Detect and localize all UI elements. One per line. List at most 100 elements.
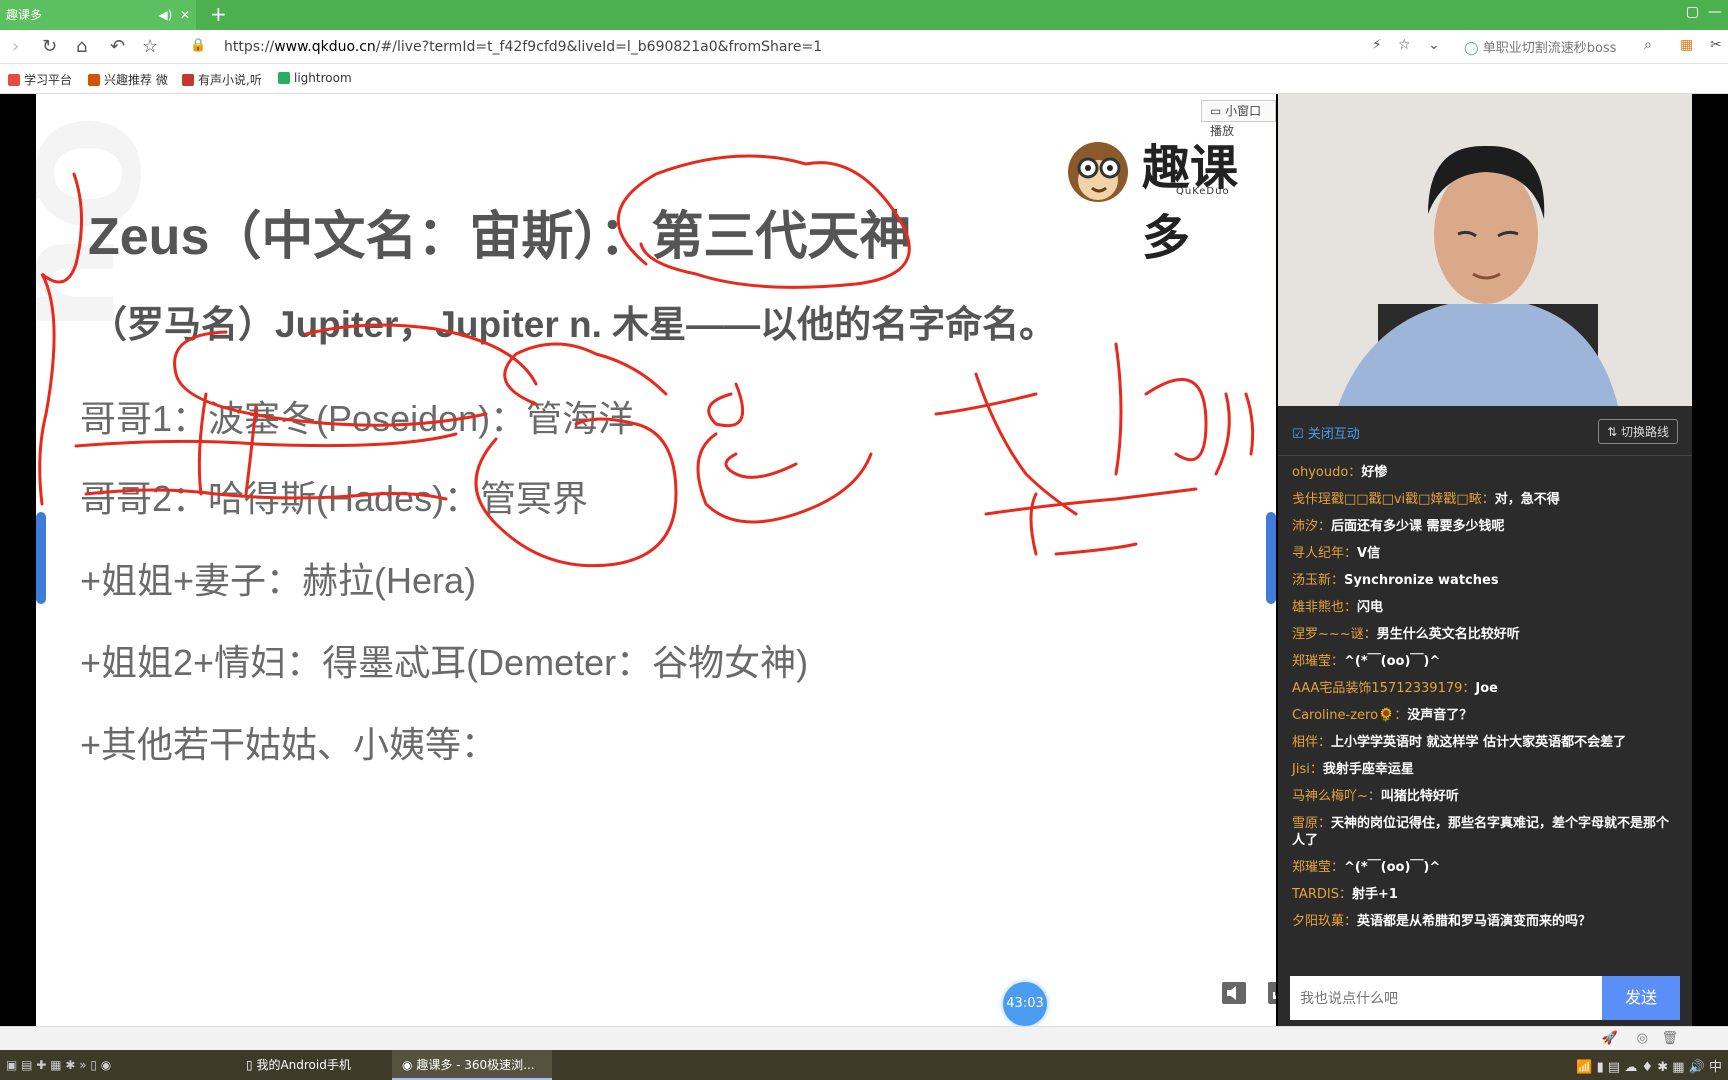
- chat-text: ^(*￣(oo)￣)^: [1344, 654, 1441, 669]
- chat-separator: ：: [1344, 600, 1358, 615]
- chat-message: 戋佧珵戳□□戳□vi戳□婞戳□畩：对，急不得: [1292, 491, 1682, 508]
- quick-launch-icons[interactable]: ▣ ▤ ✚ ▦ ✱ » ▯ ◉: [0, 1050, 230, 1080]
- chat-message-list[interactable]: ohyoudo：好惨 戋佧珵戳□□戳□vi戳□婞戳□畩：对，急不得 沛汐：后面还有多…: [1292, 464, 1682, 940]
- chat-nickname[interactable]: 夕阳玖菓: [1292, 914, 1344, 929]
- chat-nickname[interactable]: 寻人纪年: [1292, 546, 1344, 561]
- chat-message: 郑璀莹：^(*￣(oo)￣)^: [1292, 859, 1682, 876]
- mini-window-button[interactable]: ▭ 小窗口播放: [1201, 100, 1276, 138]
- bookmark-icon: [8, 74, 20, 86]
- search-engine-icon: ◯: [1464, 41, 1479, 56]
- bookmark-item[interactable]: 兴趣推荐 微: [88, 71, 168, 88]
- chat-separator: ：: [1318, 735, 1332, 750]
- chat-separator: ：: [1348, 465, 1362, 480]
- mute-tab-icon[interactable]: ◀︎): [158, 8, 172, 22]
- chat-nickname[interactable]: 汤玉新: [1292, 573, 1331, 588]
- chat-nickname[interactable]: Jisi: [1292, 762, 1310, 777]
- scissors-icon[interactable]: ✂: [1710, 37, 1722, 53]
- switch-route-button[interactable]: ⇅ 切换路线: [1598, 419, 1678, 444]
- slide-line: +姐姐+妻子：赫拉(Hera): [80, 560, 477, 601]
- chat-nickname[interactable]: ohyoudo: [1292, 465, 1348, 480]
- chat-separator: ：: [1462, 681, 1476, 696]
- chat-text: Synchronize watches: [1344, 573, 1499, 588]
- chat-separator: ：: [1338, 887, 1352, 902]
- chat-text: 后面还有多少课 需要多少钱呢: [1331, 519, 1505, 534]
- bookmark-item[interactable]: lightroom: [278, 71, 352, 85]
- chat-text: 闪电: [1357, 600, 1384, 615]
- chat-nickname[interactable]: 马神么梅吖~: [1292, 789, 1368, 804]
- chat-nickname[interactable]: 雄非熊也: [1292, 600, 1344, 615]
- chat-text: 我射手座幸运星: [1322, 762, 1414, 777]
- checkbox-icon: ☑: [1292, 427, 1304, 442]
- chat-nickname[interactable]: 雪原: [1292, 816, 1318, 831]
- chat-nickname[interactable]: 相伴: [1292, 735, 1318, 750]
- slide-line: +姐姐2+情妇：得墨忒耳(Demeter：谷物女神): [80, 642, 809, 683]
- new-tab-button[interactable]: +: [210, 2, 227, 26]
- chat-message: 马神么梅吖~：叫猪比特好听: [1292, 788, 1682, 805]
- url-path: /#/live?termId=t_f42f9cfd9&liveId=l_b690…: [375, 39, 823, 55]
- chat-nickname[interactable]: 涅罗~~~谜: [1292, 627, 1364, 642]
- chat-text: Joe: [1475, 681, 1498, 696]
- chevron-down-icon[interactable]: ⌄: [1428, 37, 1440, 53]
- home-icon[interactable]: ⌂: [76, 36, 87, 57]
- qukeduo-logo: 趣课多 QuKeDuo: [1058, 128, 1276, 266]
- chat-separator: ：: [1394, 708, 1408, 723]
- slide-subtitle: （罗马名）Jupiter，Jupiter n. 木星——以他的名字命名。: [90, 304, 1057, 345]
- chat-nickname[interactable]: 戋佧珵戳□□戳□vi戳□婞戳□畩: [1292, 492, 1482, 507]
- chat-nickname[interactable]: Caroline-zero🌻: [1292, 708, 1394, 723]
- forward-icon[interactable]: ›: [12, 36, 19, 57]
- chat-input[interactable]: [1290, 976, 1602, 1020]
- taskbar-item-browser[interactable]: ◉ 趣课多 - 360极速浏...: [392, 1050, 552, 1080]
- chat-message: TARDIS：射手+1: [1292, 886, 1682, 903]
- apps-grid-icon[interactable]: ▦: [1680, 37, 1693, 53]
- refresh-icon[interactable]: ↻: [42, 36, 57, 57]
- chat-nickname[interactable]: AAA宅品装饰15712339179: [1292, 681, 1462, 696]
- chat-nickname[interactable]: 郑璀莹: [1292, 654, 1331, 669]
- speed-icon[interactable]: ◎: [1637, 1031, 1648, 1046]
- right-panel-handle[interactable]: [1266, 512, 1276, 604]
- close-interaction-toggle[interactable]: ☑ 关闭互动: [1292, 423, 1360, 442]
- chat-text: 对，急不得: [1494, 492, 1560, 507]
- chat-separator: ：: [1331, 654, 1345, 669]
- url-domain: www.qkduo.cn: [274, 39, 376, 55]
- search-field[interactable]: ◯ 单职业切割流速秒boss: [1464, 37, 1664, 56]
- chat-header: ☑ 关闭互动 ⇅ 切换路线: [1278, 406, 1692, 456]
- system-tray[interactable]: 📶 ▮ ▤ ☁ ♦ ✱ ▦ 🔊 中: [1576, 1056, 1722, 1075]
- bookmark-item[interactable]: 学习平台: [8, 71, 72, 88]
- volume-icon[interactable]: [1222, 982, 1246, 1004]
- browser-tab[interactable]: 趣课多 ◀︎) ✕: [0, 0, 196, 30]
- url-field[interactable]: https://www.qkduo.cn/#/live?termId=t_f42…: [224, 36, 1374, 58]
- search-text: 单职业切割流速秒boss: [1482, 41, 1617, 56]
- lightroom-icon: [278, 72, 290, 84]
- chat-text: 没声音了？: [1407, 708, 1473, 723]
- live-timer: 43:03: [1003, 982, 1047, 1026]
- chat-text: 好惨: [1361, 465, 1388, 480]
- close-tab-icon[interactable]: ✕: [180, 8, 190, 22]
- left-panel-handle[interactable]: [36, 512, 46, 604]
- taskbar-item-android[interactable]: ▯ 我的Android手机: [236, 1050, 386, 1080]
- bookmark-item[interactable]: 有声小说,听: [182, 71, 262, 88]
- send-button[interactable]: 发送: [1602, 976, 1680, 1020]
- tv-icon: ▭: [1210, 104, 1222, 118]
- chat-nickname[interactable]: 郑璀莹: [1292, 860, 1331, 875]
- chat-nickname[interactable]: TARDIS: [1292, 887, 1339, 902]
- chat-message: Jisi：我射手座幸运星: [1292, 761, 1682, 778]
- address-bar: › ↻ ⌂ ↶ ☆ 🔒 https://www.qkduo.cn/#/live?…: [0, 30, 1728, 64]
- chat-message: 寻人纪年：V信: [1292, 545, 1682, 562]
- window-controls[interactable]: ▢ —: [1686, 4, 1722, 20]
- rocket-icon[interactable]: 🚀: [1602, 1031, 1618, 1046]
- chat-separator: ：: [1331, 860, 1345, 875]
- browser-tab-strip: 趣课多 ◀︎) ✕ + ▢ —: [0, 0, 1728, 30]
- fullscreen-icon[interactable]: [1268, 982, 1276, 1004]
- undo-icon[interactable]: ↶: [110, 36, 125, 57]
- bookmark-star-icon[interactable]: ☆: [1398, 37, 1411, 53]
- lightning-icon[interactable]: ⚡: [1372, 37, 1382, 53]
- chat-message: 雄非熊也：闪电: [1292, 599, 1682, 616]
- teacher-video: [1278, 94, 1692, 406]
- chat-text: 上小学学英语时 就这样学 估计大家英语都不会差了: [1331, 735, 1627, 750]
- search-icon[interactable]: ⌕: [1644, 37, 1652, 53]
- chat-nickname[interactable]: 沛汐: [1292, 519, 1318, 534]
- chat-message: 雪原：天神的岗位记得住，那些名字真难记，差个字母就不是那个人了: [1292, 815, 1682, 849]
- trash-icon[interactable]: 🗑: [1661, 1031, 1678, 1046]
- chat-panel: ☑ 关闭互动 ⇅ 切换路线 ohyoudo：好惨 戋佧珵戳□□戳□vi戳□婞戳□畩…: [1278, 406, 1692, 1026]
- favorite-star-icon[interactable]: ☆: [142, 36, 158, 57]
